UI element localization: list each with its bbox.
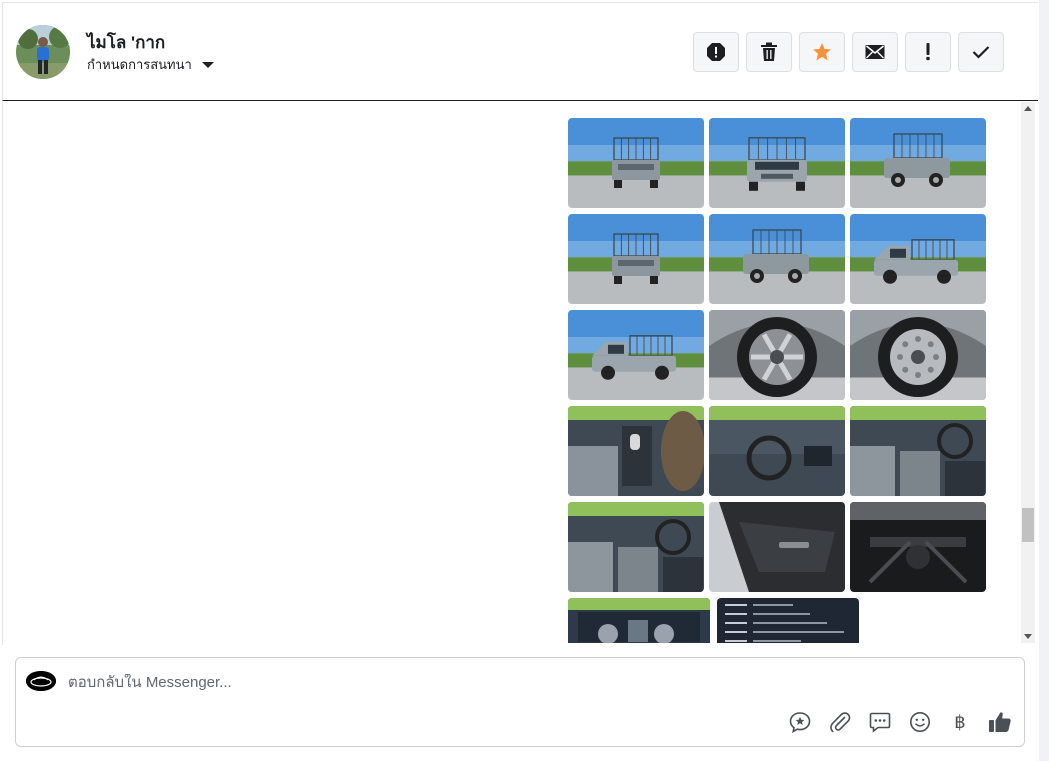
photo-thumbnail[interactable] <box>568 598 710 643</box>
manage-conversation-dropdown[interactable]: กำหนดการสนทนา <box>87 54 214 75</box>
photo-attachment-grid <box>568 118 988 643</box>
saved-reply-icon <box>789 712 811 733</box>
payment-baht-icon: ฿ <box>954 711 966 733</box>
trash-icon <box>761 42 777 61</box>
delete-button[interactable] <box>746 32 792 72</box>
star-button[interactable] <box>799 32 845 72</box>
messenger-inbox-panel: ไมโล 'กาก กำหนดการสนทนา ตอบกลับใน Messen… <box>0 0 1049 761</box>
like-icon <box>989 712 1011 732</box>
photo-thumbnail[interactable] <box>850 502 986 592</box>
scrollbar-thumb[interactable] <box>1022 508 1034 542</box>
mark-spam-button[interactable] <box>905 32 951 72</box>
photo-thumbnail[interactable] <box>850 406 986 496</box>
avatar[interactable] <box>16 25 70 79</box>
photo-thumbnail[interactable] <box>709 502 845 592</box>
attachment-icon <box>830 712 851 733</box>
report-button[interactable] <box>693 32 739 72</box>
reply-composer: ฿ <box>15 657 1025 747</box>
scroll-down-arrow-icon[interactable] <box>1024 634 1032 639</box>
mail-icon <box>865 45 885 59</box>
payment-button[interactable]: ฿ <box>948 710 972 734</box>
spam-icon <box>926 43 930 61</box>
photo-thumbnail[interactable] <box>850 310 986 400</box>
page-edge <box>1039 0 1049 761</box>
thread-scrollbar[interactable] <box>1021 102 1035 643</box>
scroll-up-arrow-icon[interactable] <box>1024 106 1032 111</box>
header-actions <box>693 32 1004 72</box>
mark-done-button[interactable] <box>958 32 1004 72</box>
message-template-button[interactable] <box>868 710 892 734</box>
mark-unread-button[interactable] <box>852 32 898 72</box>
photo-thumbnail[interactable] <box>850 214 986 304</box>
photo-thumbnail[interactable] <box>850 118 986 208</box>
photo-thumbnail[interactable] <box>568 118 704 208</box>
saved-reply-button[interactable] <box>788 710 812 734</box>
star-icon <box>813 43 831 61</box>
photo-thumbnail[interactable] <box>568 502 704 592</box>
photo-thumbnail[interactable] <box>568 214 704 304</box>
caret-down-icon <box>201 61 214 68</box>
report-icon <box>707 43 725 61</box>
photo-thumbnail[interactable] <box>709 310 845 400</box>
conversation-header: ไมโล 'กาก กำหนดการสนทนา <box>2 2 1038 101</box>
photo-thumbnail[interactable] <box>717 598 859 643</box>
emoji-icon <box>910 712 930 732</box>
attach-file-button[interactable] <box>828 710 852 734</box>
photo-thumbnail[interactable] <box>568 406 704 496</box>
reply-input[interactable] <box>68 674 768 691</box>
photo-thumbnail[interactable] <box>709 118 845 208</box>
contact-name: ไมโล 'กาก <box>87 33 166 52</box>
message-template-icon <box>869 712 891 733</box>
photo-thumbnail[interactable] <box>709 214 845 304</box>
composer-toolbar: ฿ <box>788 710 1012 734</box>
like-button[interactable] <box>988 710 1012 734</box>
photo-thumbnail[interactable] <box>709 406 845 496</box>
photo-thumbnail[interactable] <box>568 310 704 400</box>
checkmark-icon <box>972 46 990 59</box>
emoji-button[interactable] <box>908 710 932 734</box>
page-avatar <box>26 671 56 691</box>
manage-conversation-label: กำหนดการสนทนา <box>87 57 192 72</box>
